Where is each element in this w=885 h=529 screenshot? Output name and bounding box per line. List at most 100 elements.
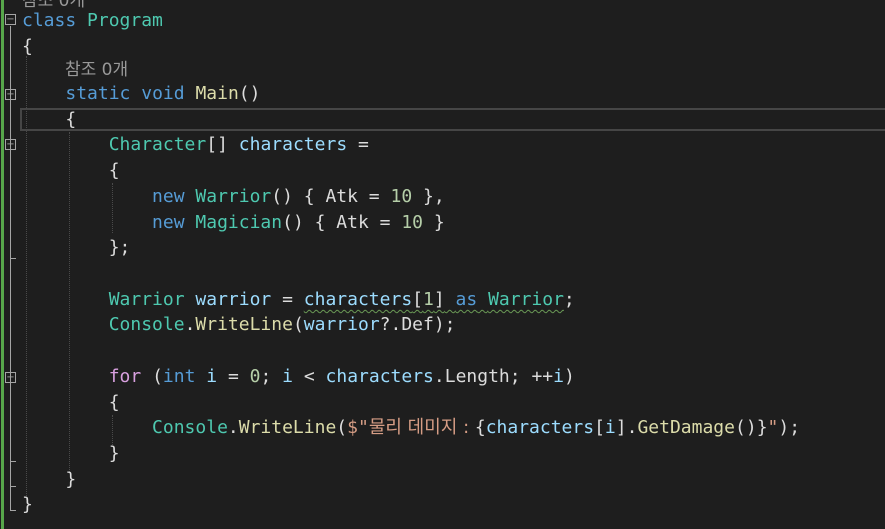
brace: {	[22, 36, 33, 57]
fold-line-for	[10, 384, 11, 461]
array-brackets: []	[206, 134, 228, 155]
fold-end-for	[10, 461, 16, 462]
type-warrior: Warrior	[488, 289, 564, 310]
keyword-for: for	[108, 366, 142, 387]
assign-op: =	[217, 366, 250, 387]
statement-end: );	[778, 417, 801, 438]
code-line-main-open[interactable]: {	[22, 107, 76, 132]
editor-gutter: − − − −	[0, 0, 22, 529]
index-close: ]	[433, 289, 445, 310]
index-close: ]	[615, 417, 627, 438]
variable-characters: characters	[485, 417, 595, 438]
variable-i: i	[604, 417, 616, 438]
variable-characters: characters	[325, 366, 434, 387]
code-line-for-close[interactable]: }	[22, 441, 120, 466]
string-literal: 물리 데미지 :	[368, 417, 475, 438]
brace: {	[108, 160, 120, 181]
class-name: Program	[87, 10, 163, 31]
fold-end-array	[10, 258, 16, 259]
keyword-int: int	[162, 366, 196, 387]
string-end: "	[767, 417, 779, 438]
number-literal: 10	[401, 212, 424, 233]
type-console: Console	[108, 314, 185, 335]
index-open: [	[594, 417, 605, 438]
code-line-writeline-damage[interactable]: Console.WriteLine($"물리 데미지 : {characters…	[22, 415, 800, 440]
keyword-as: as	[455, 289, 478, 310]
initializer-close: }	[423, 212, 445, 233]
interpolated-string-start: $"	[347, 417, 369, 438]
brace: }	[65, 469, 77, 490]
keyword-static: static	[65, 83, 131, 104]
fold-for-icon[interactable]: −	[5, 372, 16, 383]
type-console: Console	[152, 417, 228, 438]
variable-warrior: warrior	[303, 314, 380, 335]
code-line-new-warrior[interactable]: new Warrior() { Atk = 10 },	[22, 184, 445, 209]
dot: .	[227, 417, 239, 438]
code-line-warrior-cast[interactable]: Warrior warrior = characters[1] as Warri…	[22, 287, 575, 312]
fold-end-class	[10, 510, 16, 511]
paren-close: )	[563, 366, 575, 387]
code-line-main-close[interactable]: }	[22, 467, 76, 492]
array-end: };	[108, 237, 131, 258]
variable-warrior: warrior	[195, 289, 272, 310]
code-line-new-magician[interactable]: new Magician() { Atk = 10 }	[22, 210, 445, 235]
code-line-array-close[interactable]: };	[22, 235, 131, 260]
number-literal: 0	[249, 366, 261, 387]
change-indicator-bar	[1, 0, 4, 529]
keyword-new: new	[152, 186, 185, 207]
increment: ; ++	[509, 366, 554, 387]
code-line-array-decl[interactable]: Character[] characters =	[22, 132, 380, 157]
code-line-writeline-def[interactable]: Console.WriteLine(warrior?.Def);	[22, 312, 456, 337]
fold-end-main	[10, 486, 16, 487]
brace: }	[22, 494, 33, 515]
brace: {	[108, 392, 120, 413]
method-main: Main	[195, 83, 239, 104]
code-line-main-signature[interactable]: static void Main()	[22, 81, 260, 106]
semicolon: ;	[563, 289, 575, 310]
method-writeline: WriteLine	[195, 314, 293, 335]
interp-close: }	[756, 417, 768, 438]
paren-open: (	[152, 366, 163, 387]
type-character: Character	[108, 134, 207, 155]
keyword-new: new	[152, 212, 185, 233]
parens: ()	[238, 83, 261, 104]
fold-class-icon[interactable]: −	[5, 14, 16, 25]
dot: .	[433, 366, 445, 387]
dot: .	[626, 417, 638, 438]
keyword-void: void	[141, 83, 185, 104]
code-line-class-close[interactable]: }	[22, 492, 33, 517]
variable-characters: characters	[238, 134, 348, 155]
paren-open: (	[292, 314, 304, 335]
assign-op: =	[271, 289, 304, 310]
parens: ()	[735, 417, 757, 438]
number-literal: 10	[390, 186, 413, 207]
dot: .	[184, 314, 196, 335]
method-getdamage: GetDamage	[637, 417, 735, 438]
current-line-highlight	[20, 108, 885, 131]
code-line-class[interactable]: class Program	[22, 8, 163, 33]
type-magician: Magician	[195, 212, 283, 233]
code-line-for-open[interactable]: {	[22, 390, 120, 415]
variable-i: i	[206, 366, 218, 387]
index-open: [	[412, 289, 423, 310]
initializer: () { Atk =	[282, 212, 402, 233]
fold-line-array	[10, 151, 11, 258]
code-editor[interactable]: − − − − 참조 0개 class Program { 참조 0개 stat…	[0, 0, 885, 529]
codelens-references-main[interactable]: 참조 0개	[65, 58, 128, 83]
method-writeline: WriteLine	[238, 417, 337, 438]
code-line-class-open[interactable]: {	[22, 34, 33, 59]
number-literal: 1	[423, 289, 434, 310]
variable-i: i	[553, 366, 564, 387]
brace: {	[65, 109, 77, 130]
fold-main-icon[interactable]: −	[5, 89, 16, 100]
semicolon: ;	[260, 366, 272, 387]
keyword-class: class	[22, 10, 77, 31]
code-line-for[interactable]: for (int i = 0; i < characters.Length; +…	[22, 364, 575, 389]
initializer: () { Atk =	[271, 186, 391, 207]
initializer-close: },	[412, 186, 445, 207]
def-access: ?.Def);	[379, 314, 456, 335]
code-line-array-open[interactable]: {	[22, 158, 120, 183]
assign-op: =	[347, 134, 380, 155]
brace: }	[108, 443, 120, 464]
fold-array-icon[interactable]: −	[5, 139, 16, 150]
